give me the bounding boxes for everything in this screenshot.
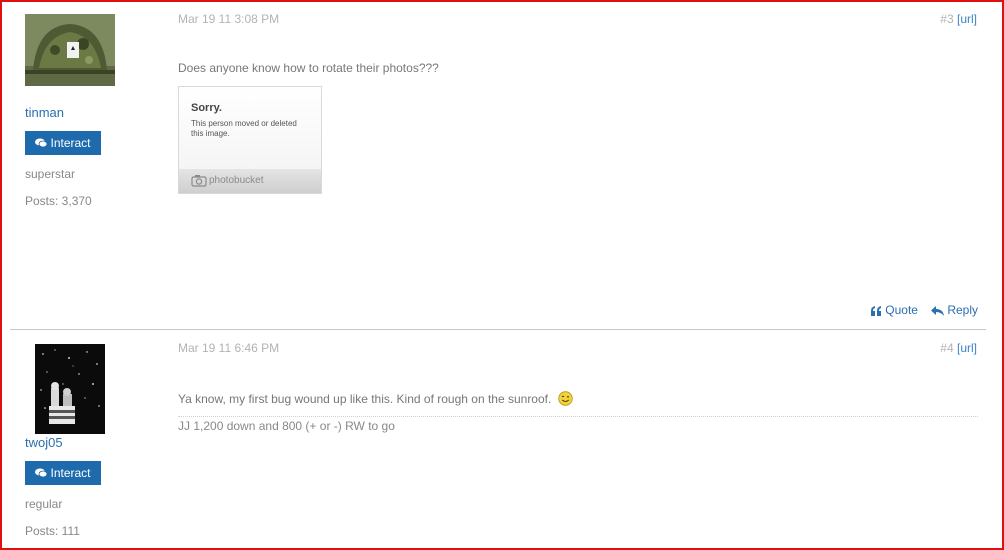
photobucket-brand: photobucket: [209, 175, 264, 186]
post-number-link[interactable]: #3: [940, 12, 953, 26]
post-permalink: #4 [url]: [940, 341, 977, 355]
post-actions: Quote Reply: [861, 303, 978, 317]
user-post-count: Posts: 111: [25, 524, 80, 538]
user-post-count: Posts: 3,370: [25, 194, 92, 208]
post-message: Ya know, my first bug wound up like this…: [178, 391, 573, 406]
camera-icon: [191, 175, 207, 187]
placeholder-text: This person moved or deleted this image.: [191, 119, 297, 138]
post-message: Does anyone know how to rotate their pho…: [178, 61, 439, 75]
signature-divider: [178, 416, 978, 417]
comments-icon: [35, 132, 48, 156]
post-3: tinman Interact superstar Posts: 3,370 M…: [10, 0, 986, 330]
placeholder-title: Sorry.: [191, 102, 222, 114]
post-4: twoj05 Interact regular Posts: 111 Mar 1…: [10, 330, 986, 548]
username[interactable]: tinman: [25, 105, 64, 120]
wink-smiley-icon: [557, 391, 573, 406]
reply-arrow-icon: [931, 306, 945, 316]
url-link[interactable]: [url]: [957, 341, 977, 355]
post-number-link[interactable]: #4: [940, 341, 953, 355]
user-rank: regular: [25, 497, 63, 511]
deleted-image-placeholder[interactable]: Sorry. This person moved or deleted this…: [178, 86, 322, 194]
post-permalink: #3 [url]: [940, 12, 977, 26]
interact-label: Interact: [50, 466, 91, 480]
interact-label: Interact: [50, 136, 91, 150]
interact-button[interactable]: Interact: [25, 461, 101, 485]
post-date: Mar 19 11 3:08 PM: [178, 12, 280, 26]
reply-label: Reply: [947, 303, 978, 317]
quote-icon: [871, 306, 882, 316]
reply-button[interactable]: Reply: [931, 303, 978, 317]
post-message-text: Ya know, my first bug wound up like this…: [178, 392, 552, 406]
avatar[interactable]: [35, 344, 105, 434]
url-link[interactable]: [url]: [957, 12, 977, 26]
quote-button[interactable]: Quote: [871, 303, 921, 317]
user-signature: JJ 1,200 down and 800 (+ or -) RW to go: [178, 419, 395, 433]
user-rank: superstar: [25, 167, 76, 181]
interact-button[interactable]: Interact: [25, 131, 101, 155]
placeholder-footer: photobucket: [179, 169, 321, 193]
post-date: Mar 19 11 6:46 PM: [178, 341, 280, 355]
comments-icon: [35, 462, 48, 486]
avatar[interactable]: [25, 14, 115, 86]
username[interactable]: twoj05: [25, 435, 63, 450]
quote-label: Quote: [885, 303, 918, 317]
